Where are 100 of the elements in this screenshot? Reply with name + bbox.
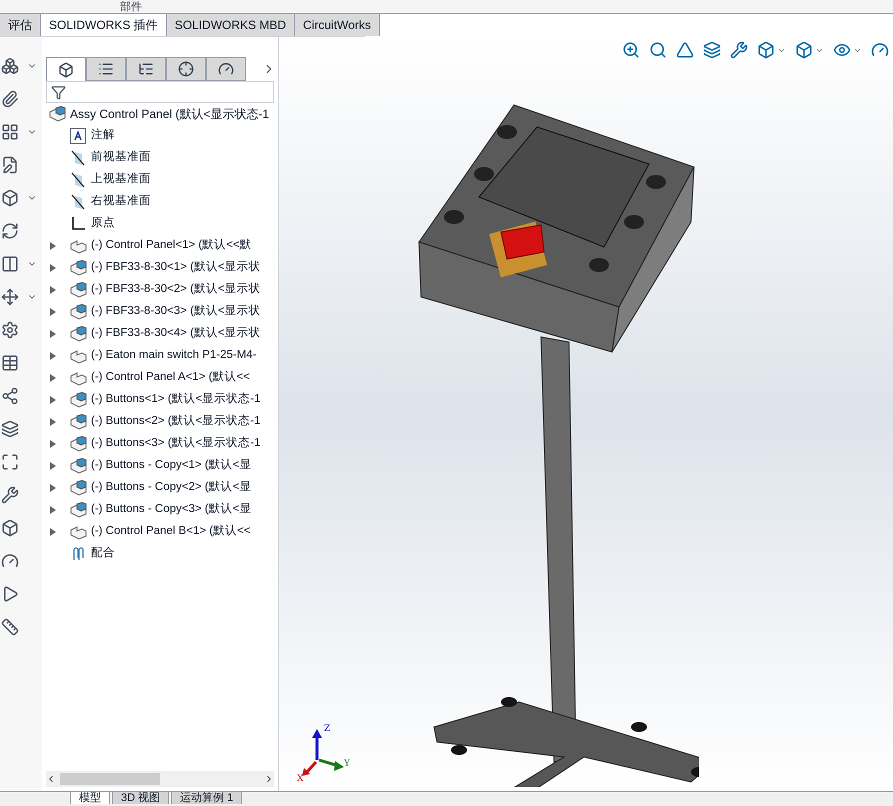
- tree-item-label[interactable]: 配合: [91, 545, 115, 563]
- part-icon: [69, 238, 87, 254]
- wrench-icon[interactable]: [1, 486, 19, 504]
- tree-item-label[interactable]: (-) FBF33-8-30<3> (默认<显示状: [91, 303, 261, 321]
- assembly-icon: [69, 304, 87, 320]
- y-axis-arrow: [318, 758, 344, 771]
- play-icon[interactable]: [1, 585, 19, 603]
- horizontal-scrollbar[interactable]: [46, 771, 274, 787]
- command-tab[interactable]: SOLIDWORKS 插件: [41, 14, 167, 36]
- columns-icon[interactable]: [1, 255, 19, 273]
- tree-item-label[interactable]: 上视基准面: [91, 171, 151, 189]
- z-axis-arrow: [312, 729, 322, 760]
- move-icon[interactable]: [1, 288, 19, 306]
- tree-item-label[interactable]: (-) Buttons<1> (默认<显示状态-1: [91, 391, 260, 409]
- gear-icon[interactable]: [1, 321, 19, 339]
- tree-item-label[interactable]: (-) Buttons<2> (默认<显示状态-1: [91, 413, 260, 431]
- ribbon-label: 部件: [120, 2, 142, 13]
- manager-tab[interactable]: [46, 57, 86, 81]
- grid-icon[interactable]: [1, 123, 19, 141]
- gauge-icon[interactable]: [1, 552, 19, 570]
- expand-arrow-icon[interactable]: [50, 308, 56, 316]
- manager-tab[interactable]: [206, 57, 246, 81]
- tree-item-label[interactable]: 右视基准面: [91, 193, 151, 211]
- assembly-icon: [69, 392, 87, 408]
- plane-icon: [70, 150, 86, 166]
- manager-tab[interactable]: [126, 57, 166, 81]
- expand-arrow-icon[interactable]: [50, 440, 56, 448]
- expand-arrow-icon[interactable]: [50, 374, 56, 382]
- expand-icon[interactable]: [1, 453, 19, 471]
- x-axis-label: X: [297, 774, 304, 782]
- tree-item-label[interactable]: (-) FBF33-8-30<4> (默认<显示状: [91, 325, 261, 343]
- z-axis-label: Z: [324, 724, 330, 734]
- share-icon[interactable]: [1, 387, 19, 405]
- expand-arrow-icon[interactable]: [50, 330, 56, 338]
- tree-item-label[interactable]: 原点: [91, 215, 115, 233]
- assembly-icon: [69, 326, 87, 342]
- assembly-icon: [69, 282, 87, 298]
- cube-icon[interactable]: [1, 519, 19, 537]
- assembly-icon: [48, 106, 66, 122]
- assembly-icon: [69, 436, 87, 452]
- assembly-icon: [69, 260, 87, 276]
- part-icon: [69, 370, 87, 386]
- tree-item-label[interactable]: (-) FBF33-8-30<2> (默认<显示状: [91, 281, 261, 299]
- tree-item-label[interactable]: (-) Eaton main switch P1-25-M4-: [91, 347, 257, 365]
- table-icon[interactable]: [1, 354, 19, 372]
- assembly-icon: [69, 414, 87, 430]
- expand-arrow-icon[interactable]: [50, 396, 56, 404]
- assembly-icon[interactable]: [1, 57, 19, 75]
- edit-icon[interactable]: [1, 156, 19, 174]
- cube-icon[interactable]: [795, 41, 813, 59]
- zoom-icon[interactable]: [622, 41, 640, 59]
- bottom-tab[interactable]: 运动算例 1: [171, 792, 242, 804]
- part-icon: [69, 524, 87, 540]
- expand-arrow-icon[interactable]: [50, 264, 56, 272]
- filter-field[interactable]: [46, 81, 274, 103]
- assembly-icon: [69, 480, 87, 496]
- search-icon[interactable]: [649, 41, 667, 59]
- eye-icon[interactable]: [833, 41, 851, 59]
- tree-item-label[interactable]: (-) FBF33-8-30<1> (默认<显示状: [91, 259, 261, 277]
- expand-arrow-icon[interactable]: [50, 462, 56, 470]
- assembly-icon: [69, 458, 87, 474]
- expand-arrow-icon[interactable]: [50, 528, 56, 536]
- manager-tab[interactable]: [166, 57, 206, 81]
- tree-item-label[interactable]: (-) Buttons - Copy<1> (默认<显: [91, 457, 252, 475]
- paperclip-icon[interactable]: [1, 90, 19, 108]
- tree-root-label[interactable]: Assy Control Panel (默认<显示状态-1: [70, 105, 270, 123]
- tree-item-label[interactable]: (-) Buttons<3> (默认<显示状态-1: [91, 435, 260, 453]
- part-icon: [69, 348, 87, 364]
- scrollbar-thumb[interactable]: [60, 773, 160, 785]
- expand-arrow-icon[interactable]: [50, 418, 56, 426]
- expand-arrow-icon[interactable]: [50, 484, 56, 492]
- cube-icon: [58, 62, 74, 78]
- ruler-icon[interactable]: [1, 618, 19, 636]
- plane-icon: [70, 172, 86, 188]
- tree-item-label[interactable]: (-) Control Panel<1> (默认<<默: [91, 237, 252, 255]
- tree-item-label[interactable]: (-) Control Panel A<1> (默认<<: [91, 369, 250, 387]
- command-tab[interactable]: SOLIDWORKS MBD: [166, 14, 296, 36]
- bottom-tab[interactable]: 模型: [70, 792, 110, 804]
- expand-arrow-icon[interactable]: [50, 286, 56, 294]
- origin-icon: [70, 216, 86, 232]
- annotation-icon: [70, 128, 86, 144]
- manager-tab[interactable]: [86, 57, 126, 81]
- tree-item-label[interactable]: 前视基准面: [91, 149, 151, 167]
- list-icon: [98, 61, 114, 77]
- layers-icon[interactable]: [1, 420, 19, 438]
- expand-arrow-icon[interactable]: [50, 352, 56, 360]
- expand-arrow-icon[interactable]: [50, 242, 56, 250]
- crosshair-icon: [178, 61, 194, 77]
- tree-item-label[interactable]: (-) Buttons - Copy<2> (默认<显: [91, 479, 252, 497]
- expand-arrow-icon[interactable]: [50, 506, 56, 514]
- tree-item-label[interactable]: (-) Control Panel B<1> (默认<<: [91, 523, 251, 541]
- bottom-tab[interactable]: 3D 视图: [112, 792, 170, 804]
- plane-icon: [70, 194, 86, 210]
- tree-icon: [138, 61, 154, 77]
- refresh-icon[interactable]: [1, 222, 19, 240]
- command-tab[interactable]: 评估: [0, 14, 41, 36]
- box-icon[interactable]: [1, 189, 19, 207]
- command-tab[interactable]: CircuitWorks: [295, 14, 380, 36]
- tree-item-label[interactable]: 注解: [91, 127, 115, 145]
- tree-item-label[interactable]: (-) Buttons - Copy<3> (默认<显: [91, 501, 252, 519]
